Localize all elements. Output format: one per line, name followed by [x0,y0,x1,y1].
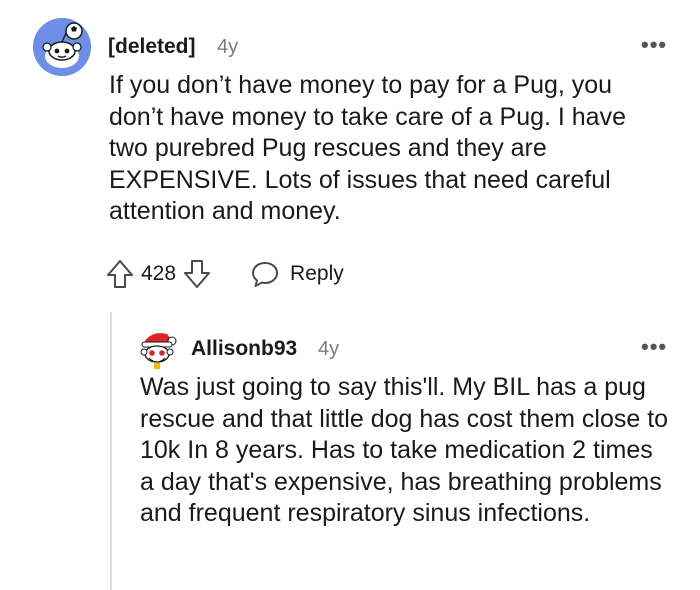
snoo-avatar-icon [33,18,91,76]
user-avatar[interactable] [33,18,91,76]
comment-author[interactable]: Allisonb93 [191,337,297,361]
comment-age: 4y [217,36,239,58]
vote-score: 428 [141,262,177,285]
thread-line[interactable] [110,312,112,590]
comment-actions: 428 Reply [105,256,344,292]
more-options-button[interactable]: ••• [641,336,667,358]
downvote-arrow-icon[interactable] [182,258,212,290]
more-options-button[interactable]: ••• [641,34,667,56]
comment-body: If you don’t have money to pay for a Pug… [109,71,626,225]
comment-age: 4y [318,338,340,360]
chat-bubble-icon [252,262,279,287]
reply-button[interactable]: Reply [250,259,344,289]
snoo-santa-avatar-icon [137,328,179,370]
reply-label: Reply [290,262,344,285]
upvote-arrow-icon[interactable] [105,258,135,290]
comment-author[interactable]: [deleted] [108,35,196,59]
user-avatar[interactable] [137,328,179,370]
comment-body: Was just going to say this'll. My BIL ha… [140,373,669,527]
